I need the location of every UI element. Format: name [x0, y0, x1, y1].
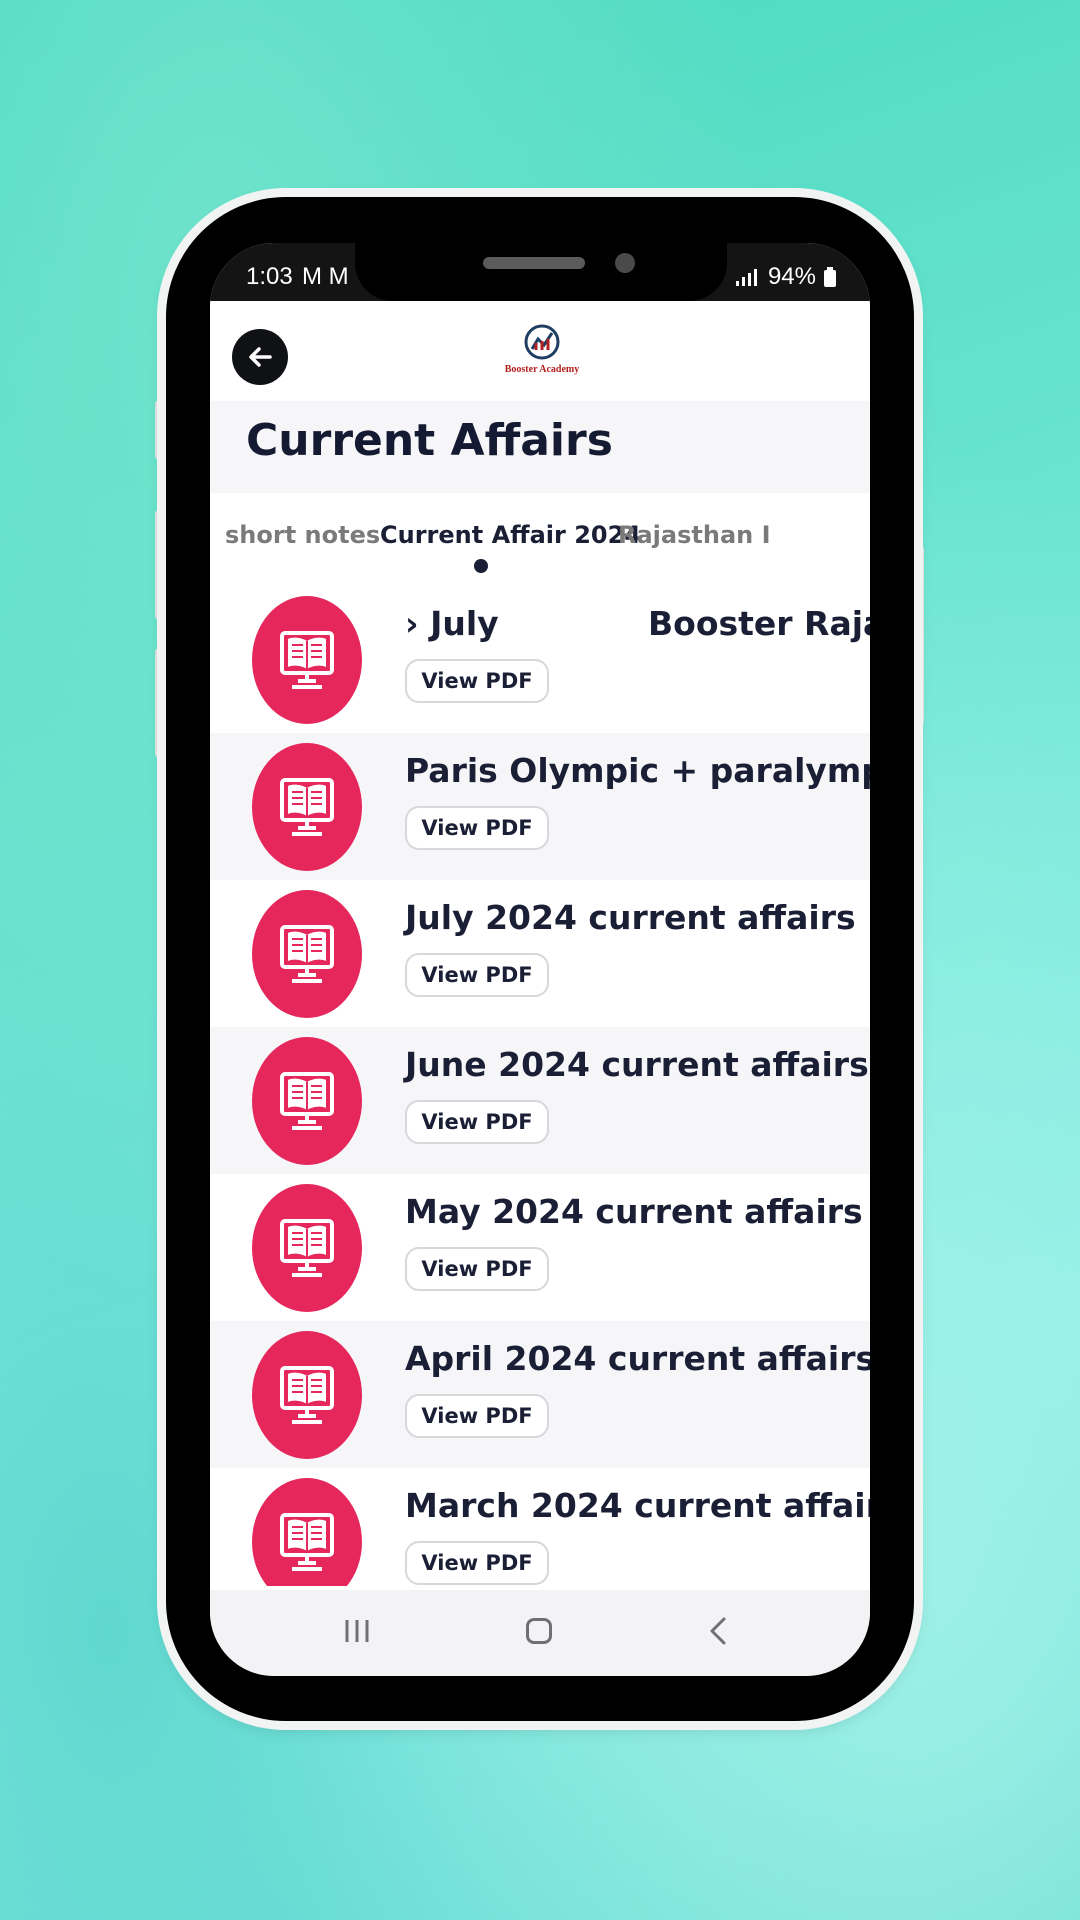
status-bar: 1:03 M M 94%	[210, 243, 870, 301]
arrow-left-icon	[249, 347, 272, 367]
list-item[interactable]: June 2024 current affairs View PDF	[210, 1027, 870, 1174]
phone-side-button	[155, 648, 165, 758]
pdf-list: › July Booster Raja View PDF Paris Olymp…	[210, 586, 870, 1586]
item-title: July 2024 current affairs	[405, 898, 856, 937]
item-title: March 2024 current affairs	[405, 1486, 870, 1525]
tab-rajasthan[interactable]: Rajasthan I	[618, 521, 771, 549]
title-section: Current Affairs	[210, 401, 870, 493]
tab-current-affair-2024[interactable]: Current Affair 2024	[380, 521, 641, 549]
battery-percent: 94%	[767, 263, 816, 290]
book-monitor-icon	[252, 1478, 362, 1586]
item-title: April 2024 current affairs	[405, 1339, 870, 1378]
system-nav-bar	[210, 1590, 870, 1676]
book-monitor-icon	[252, 1037, 362, 1165]
item-title-secondary: Booster Raja	[648, 604, 870, 643]
recent-apps-icon[interactable]	[342, 1618, 372, 1644]
item-title: Paris Olympic + paralympic	[405, 751, 870, 790]
phone-side-button	[155, 510, 165, 620]
view-pdf-button[interactable]: View PDF	[405, 1100, 549, 1144]
speaker-grille	[483, 257, 585, 269]
front-camera	[615, 253, 635, 273]
book-monitor-icon	[252, 890, 362, 1018]
category-tabs: short notes Current Affair 2024 Rajastha…	[210, 493, 870, 579]
item-title: May 2024 current affairs	[405, 1192, 863, 1231]
book-monitor-icon	[252, 743, 362, 871]
view-pdf-button[interactable]: View PDF	[405, 806, 549, 850]
status-right: 94%	[734, 263, 836, 291]
view-pdf-button[interactable]: View PDF	[405, 953, 549, 997]
view-pdf-button[interactable]: View PDF	[405, 1541, 549, 1585]
list-item[interactable]: March 2024 current affairs View PDF	[210, 1468, 870, 1586]
back-button[interactable]	[232, 329, 288, 385]
page-title: Current Affairs	[246, 415, 613, 466]
booster-academy-logo: Booster Academy	[500, 323, 584, 385]
list-item[interactable]: April 2024 current affairs View PDF	[210, 1321, 870, 1468]
logo-text: Booster Academy	[504, 364, 580, 375]
book-monitor-icon	[252, 596, 362, 724]
view-pdf-button[interactable]: View PDF	[405, 659, 549, 703]
logo-emblem-icon	[524, 324, 560, 360]
view-pdf-button[interactable]: View PDF	[405, 1247, 549, 1291]
phone-side-button	[155, 400, 165, 460]
camera-notch	[355, 243, 727, 301]
notification-icons: M M	[302, 263, 349, 290]
item-title: › July	[405, 604, 499, 643]
list-item[interactable]: May 2024 current affairs View PDF	[210, 1174, 870, 1321]
list-item[interactable]: July 2024 current affairs View PDF	[210, 880, 870, 1027]
battery-icon	[824, 267, 836, 287]
view-pdf-button[interactable]: View PDF	[405, 1394, 549, 1438]
back-icon[interactable]	[704, 1616, 734, 1646]
app-bar: Booster Academy	[210, 301, 870, 401]
item-title: June 2024 current affairs	[405, 1045, 869, 1084]
list-item[interactable]: › July Booster Raja View PDF	[210, 586, 870, 733]
list-item[interactable]: Paris Olympic + paralympic View PDF	[210, 733, 870, 880]
phone-screen: 1:03 M M 94% Booster Academy Current Aff…	[210, 243, 870, 1676]
status-time: 1:03	[246, 263, 293, 290]
active-tab-indicator	[474, 559, 488, 573]
signal-icon	[735, 269, 757, 286]
book-monitor-icon	[252, 1184, 362, 1312]
book-monitor-icon	[252, 1331, 362, 1459]
home-icon[interactable]	[526, 1618, 552, 1644]
phone-side-button	[914, 545, 924, 725]
tab-short-notes[interactable]: short notes	[225, 521, 380, 549]
